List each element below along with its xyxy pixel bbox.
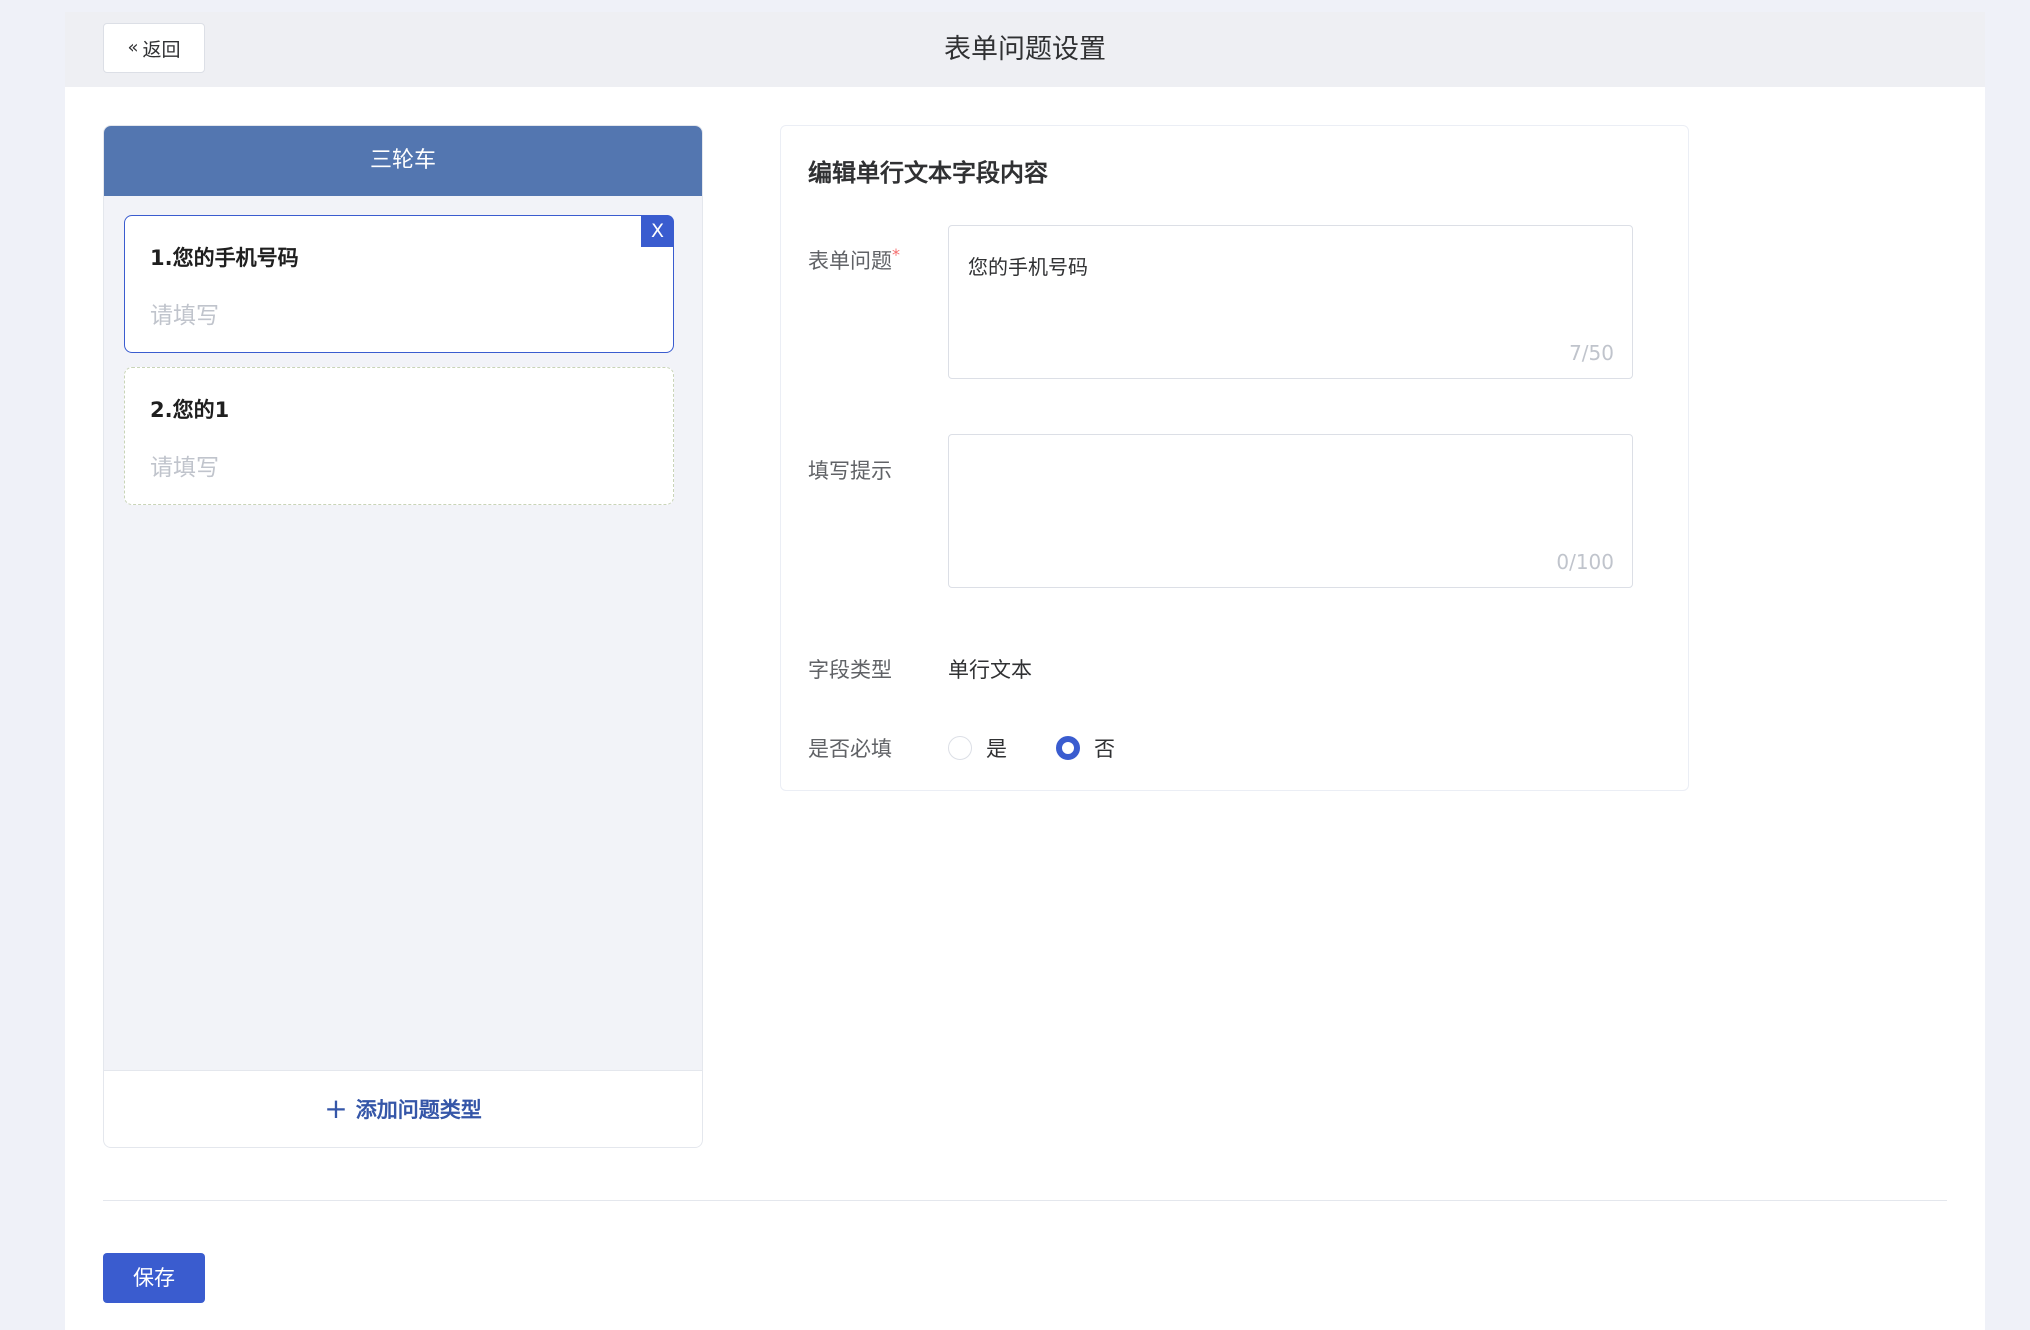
back-button[interactable]: « 返回 xyxy=(103,23,205,73)
required-yes-radio[interactable]: 是 xyxy=(948,733,1007,763)
question-placeholder: 请填写 xyxy=(150,303,219,329)
radio-circle-checked xyxy=(1056,736,1080,760)
add-question-type-button[interactable]: + 添加问题类型 xyxy=(104,1070,702,1147)
page-title: 表单问题设置 xyxy=(944,34,1106,65)
question-textarea[interactable]: 您的手机号码 7/50 xyxy=(948,225,1633,379)
required-mark: * xyxy=(892,245,900,264)
question-card-2[interactable]: 2.您的1 请填写 xyxy=(124,367,674,505)
form-name-header: 三轮车 xyxy=(104,126,702,196)
radio-label: 是 xyxy=(986,737,1007,761)
plus-icon: + xyxy=(324,1092,348,1125)
hint-textarea[interactable]: 0/100 xyxy=(948,434,1633,588)
add-question-type-label: 添加问题类型 xyxy=(355,1098,482,1122)
required-no-radio[interactable]: 否 xyxy=(1056,733,1115,763)
question-placeholder: 请填写 xyxy=(150,455,219,481)
back-button-label: 返回 xyxy=(142,38,181,61)
question-title: 2.您的1 xyxy=(150,398,230,422)
editor-title: 编辑单行文本字段内容 xyxy=(808,159,1048,187)
field-type-label: 字段类型 xyxy=(808,658,892,682)
delete-question-button[interactable]: X xyxy=(641,215,674,247)
question-card-1[interactable]: 1.您的手机号码 请填写 X xyxy=(124,215,674,353)
double-chevron-left-icon: « xyxy=(127,37,139,58)
field-editor-panel: 编辑单行文本字段内容 表单问题* 您的手机号码 7/50 填写提示 0/100 … xyxy=(780,125,1689,791)
hint-label: 填写提示 xyxy=(808,459,892,483)
radio-label: 否 xyxy=(1094,737,1115,761)
required-label: 是否必填 xyxy=(808,737,892,761)
question-label-text: 表单问题 xyxy=(808,249,892,273)
save-button[interactable]: 保存 xyxy=(103,1253,205,1303)
hint-char-count: 0/100 xyxy=(1556,550,1614,574)
top-bar: 表单问题设置 « 返回 xyxy=(65,12,1985,87)
question-label: 表单问题* xyxy=(808,245,900,275)
divider xyxy=(103,1200,1947,1201)
field-type-value: 单行文本 xyxy=(948,658,1032,682)
question-char-count: 7/50 xyxy=(1569,341,1614,365)
radio-circle xyxy=(948,736,972,760)
question-textarea-value: 您的手机号码 xyxy=(968,255,1088,279)
question-title: 1.您的手机号码 xyxy=(150,246,299,270)
page: 表单问题设置 « 返回 三轮车 1.您的手机号码 请填写 X 2.您的1 请填写… xyxy=(65,12,1985,1330)
question-list-panel: 三轮车 1.您的手机号码 请填写 X 2.您的1 请填写 + 添加问题类型 xyxy=(103,125,703,1148)
